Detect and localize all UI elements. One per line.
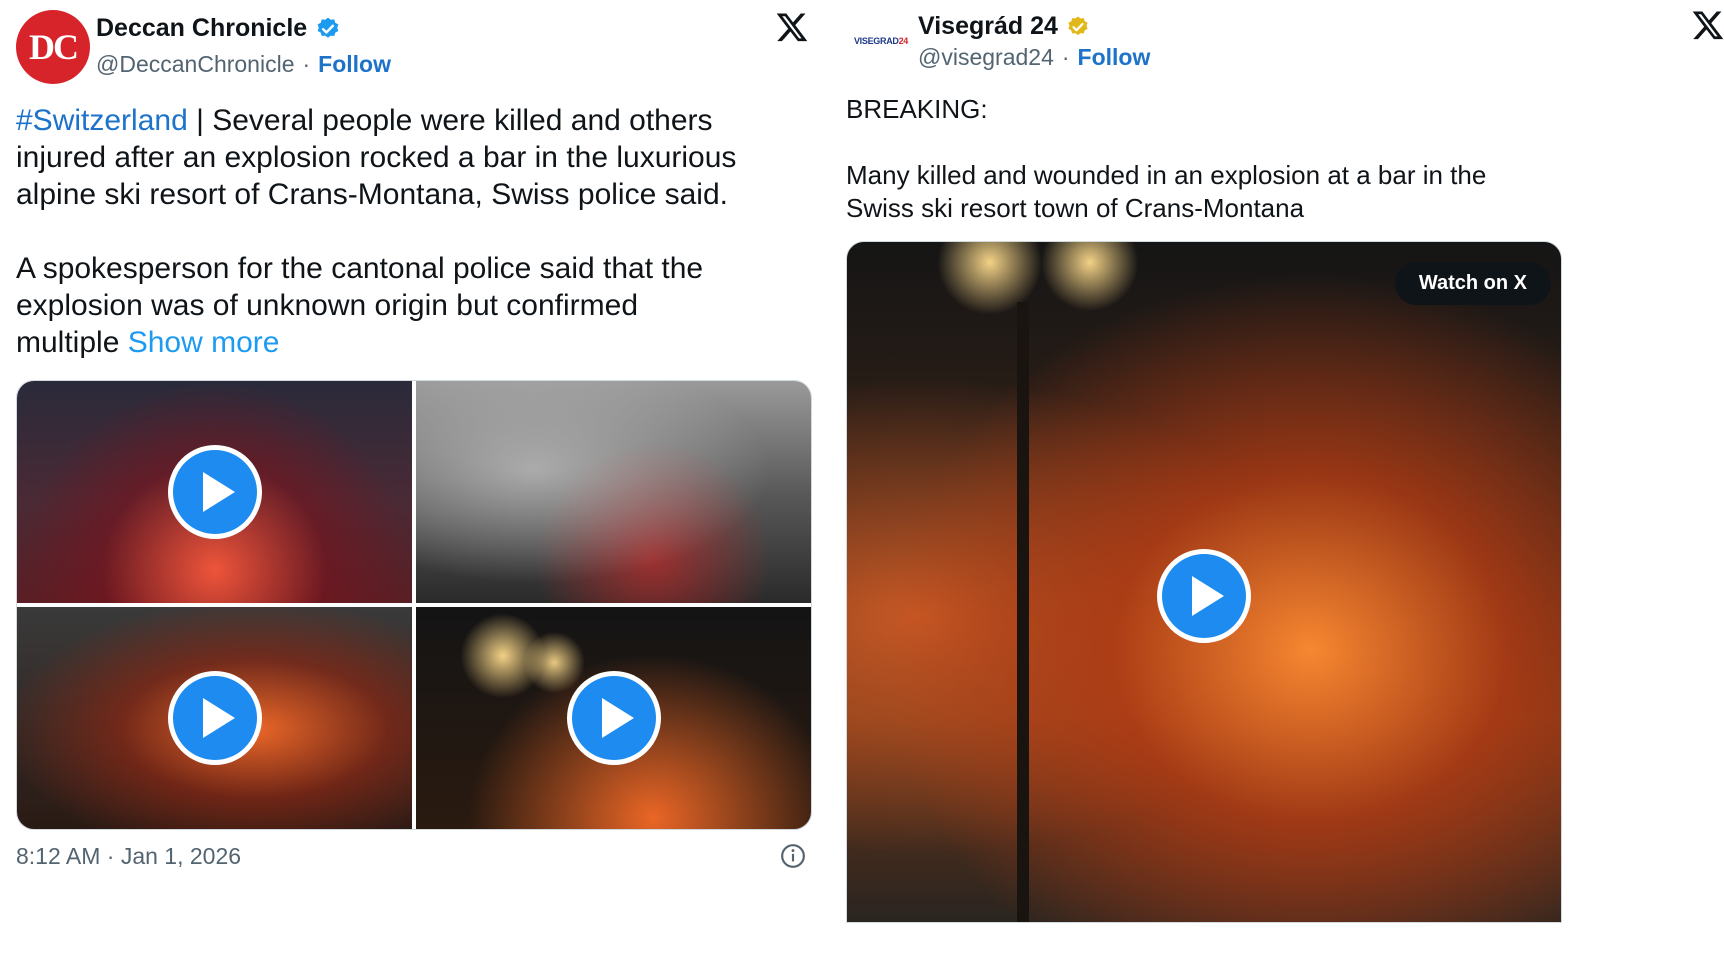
video-thumbnail-3[interactable] — [17, 607, 412, 829]
tweet-text-line: A spokesperson for the cantonal police s… — [16, 252, 704, 285]
play-icon[interactable] — [566, 671, 661, 765]
image-thumbnail-2[interactable] — [416, 381, 811, 603]
tweet-text-line: Many killed and wounded in an explosion … — [846, 160, 1487, 190]
video-player[interactable]: Watch on X — [846, 241, 1562, 923]
tweet-timestamp[interactable]: 8:12 AM · Jan 1, 2026 — [16, 843, 241, 870]
video-thumbnail-4[interactable] — [416, 607, 811, 829]
lamp-post — [1017, 302, 1029, 922]
author-handle-row: @DeccanChronicle · Follow — [96, 51, 391, 78]
avatar-label-accent: 24 — [898, 36, 909, 46]
follow-button[interactable]: Follow — [1078, 44, 1151, 71]
tweet-text-line: injured after an explosion rocked a bar … — [16, 141, 737, 174]
tweet-text: BREAKING: Many killed and wounded in an … — [846, 93, 1696, 225]
play-icon[interactable] — [1157, 548, 1251, 643]
author-handle-row: @visegrad24 · Follow — [918, 44, 1150, 71]
info-icon[interactable] — [780, 843, 806, 869]
author-name-row: Deccan Chronicle — [96, 14, 341, 43]
avatar[interactable]: DC — [16, 10, 90, 84]
tweet-text-line: alpine ski resort of Crans-Montana, Swis… — [16, 178, 728, 211]
verified-org-badge-icon — [1068, 16, 1088, 35]
tweet-card-visegrad: VISEGRAD 24 Visegrád 24 @visegrad24 · Fol… — [838, 0, 1724, 970]
media-grid — [16, 380, 812, 830]
hashtag-link[interactable]: #Switzerland — [16, 104, 188, 137]
author-name-row: Visegrád 24 — [918, 12, 1090, 41]
show-more-link[interactable]: Show more — [128, 326, 280, 359]
tweet-text-segment: multiple — [16, 326, 128, 359]
author-handle[interactable]: @DeccanChronicle — [96, 51, 295, 78]
author-name[interactable]: Deccan Chronicle — [96, 14, 307, 43]
avatar-label: VISEGRAD — [853, 36, 899, 46]
tweet-text-line: BREAKING: — [846, 94, 988, 124]
tweet-text-line: Swiss ski resort town of Crans-Montana — [846, 193, 1305, 223]
author-name[interactable]: Visegrád 24 — [918, 12, 1058, 41]
video-thumbnail-1[interactable] — [17, 381, 412, 603]
tweet-text: #Switzerland | Several people were kille… — [16, 102, 816, 361]
watch-on-x-button[interactable]: Watch on X — [1394, 262, 1551, 305]
tweet-text-line: multiple Show more — [16, 324, 816, 361]
tweet-text-segment: | Several people were killed and others — [187, 104, 713, 137]
follow-button[interactable]: Follow — [318, 51, 391, 78]
x-logo-icon[interactable] — [774, 10, 810, 44]
avatar-label: DC — [29, 27, 79, 67]
separator: · — [302, 51, 311, 77]
author-handle[interactable]: @visegrad24 — [918, 44, 1054, 71]
tweet-text-line: explosion was of unknown origin but conf… — [16, 289, 639, 322]
tweet-card-deccan: DC Deccan Chronicle @DeccanChronicle · F… — [0, 0, 830, 970]
separator: · — [1061, 44, 1070, 70]
verified-badge-icon — [317, 17, 339, 38]
play-icon[interactable] — [167, 671, 262, 765]
avatar[interactable]: VISEGRAD 24 — [848, 8, 914, 74]
x-logo-icon[interactable] — [1690, 8, 1724, 42]
tweet-text-line: #Switzerland | Several people were kille… — [16, 102, 816, 139]
play-icon[interactable] — [167, 445, 262, 539]
